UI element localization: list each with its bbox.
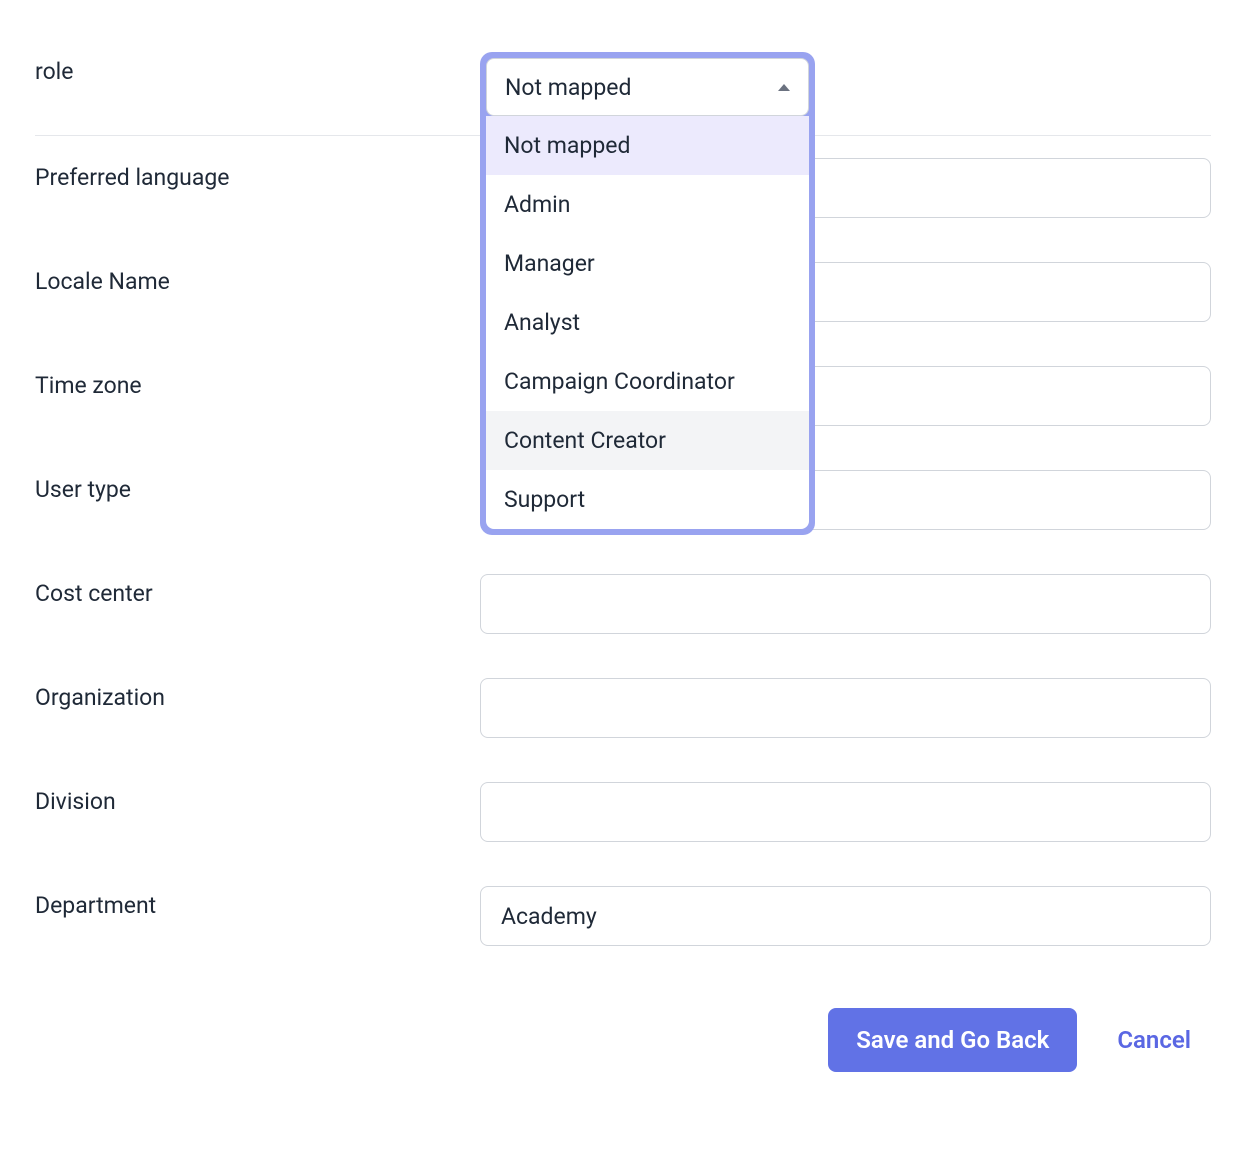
cost-center-input[interactable]	[480, 574, 1211, 634]
division-field	[480, 782, 1211, 842]
role-select-wrapper: Not mapped Not mapped Admin Manager Anal…	[480, 52, 815, 535]
division-input[interactable]	[480, 782, 1211, 842]
save-button[interactable]: Save and Go Back	[828, 1008, 1077, 1072]
department-label: Department	[35, 886, 480, 919]
form-row-organization: Organization	[35, 656, 1211, 760]
form-row-role: role Not mapped Not mapped Admin Manager…	[35, 30, 1211, 136]
organization-label: Organization	[35, 678, 480, 711]
role-option-campaign-coordinator[interactable]: Campaign Coordinator	[486, 352, 809, 411]
role-option-analyst[interactable]: Analyst	[486, 293, 809, 352]
form-row-cost-center: Cost center	[35, 552, 1211, 656]
locale-name-label: Locale Name	[35, 262, 480, 295]
cancel-button[interactable]: Cancel	[1117, 1026, 1191, 1054]
role-label: role	[35, 52, 480, 85]
division-label: Division	[35, 782, 480, 815]
time-zone-label: Time zone	[35, 366, 480, 399]
organization-field	[480, 678, 1211, 738]
role-option-support[interactable]: Support	[486, 470, 809, 529]
organization-input[interactable]	[480, 678, 1211, 738]
department-field	[480, 886, 1211, 946]
form-container: role Not mapped Not mapped Admin Manager…	[35, 30, 1211, 1072]
chevron-up-icon	[778, 84, 790, 91]
role-select-frame: Not mapped Not mapped Admin Manager Anal…	[480, 52, 815, 535]
role-option-admin[interactable]: Admin	[486, 175, 809, 234]
role-option-manager[interactable]: Manager	[486, 234, 809, 293]
role-select-trigger[interactable]: Not mapped	[486, 58, 809, 116]
role-dropdown-panel: Not mapped Admin Manager Analyst Campaig…	[486, 116, 809, 529]
role-dropdown-overlay: Not mapped Not mapped Admin Manager Anal…	[480, 52, 815, 535]
button-row: Save and Go Back Cancel	[35, 1008, 1211, 1072]
role-select-value: Not mapped	[505, 74, 631, 101]
cost-center-field	[480, 574, 1211, 634]
role-option-content-creator[interactable]: Content Creator	[486, 411, 809, 470]
form-row-division: Division	[35, 760, 1211, 864]
department-input[interactable]	[480, 886, 1211, 946]
form-row-department: Department	[35, 864, 1211, 968]
preferred-language-label: Preferred language	[35, 158, 480, 191]
role-option-not-mapped[interactable]: Not mapped	[486, 116, 809, 175]
cost-center-label: Cost center	[35, 574, 480, 607]
user-type-label: User type	[35, 470, 480, 503]
